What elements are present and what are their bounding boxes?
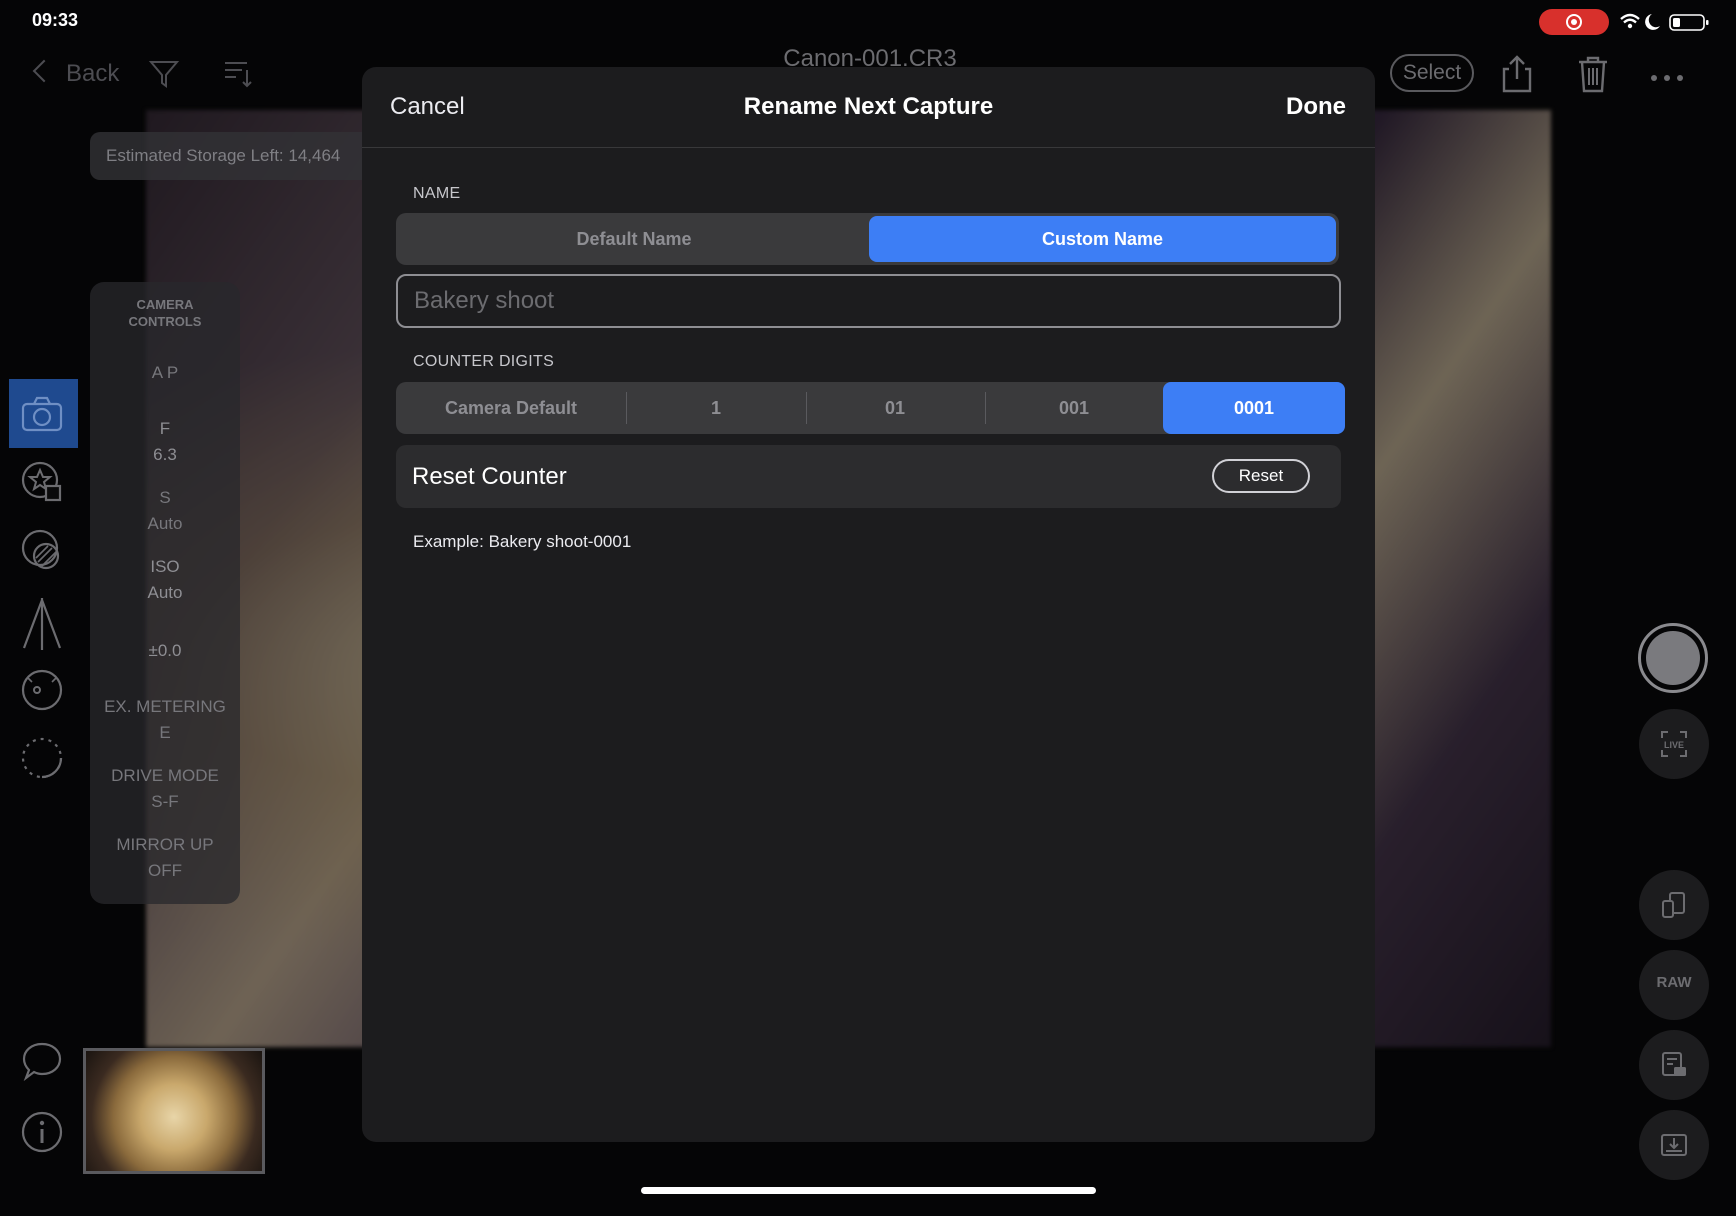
storage-indicator: Estimated Storage Left: 14,464 — [90, 132, 380, 180]
control-mirror-up[interactable]: MIRROR UP OFF — [90, 832, 240, 884]
settings-camera-icon — [1662, 1052, 1686, 1076]
control-iso-value: Auto — [147, 583, 183, 602]
import-button[interactable] — [1639, 1110, 1709, 1180]
example-filename: Example: Bakery shoot-0001 — [413, 532, 632, 551]
exposure-icon[interactable] — [20, 528, 64, 572]
tether-device-button[interactable] — [1639, 870, 1709, 940]
control-metering-label: EX. METERING — [104, 697, 226, 716]
modal-title: Rename Next Capture — [743, 93, 994, 120]
share-icon[interactable] — [1500, 54, 1534, 99]
back-label: Back — [66, 60, 120, 87]
perspective-icon[interactable] — [20, 596, 64, 650]
last-capture-thumbnail[interactable] — [83, 1048, 265, 1174]
control-mirror-up-value: OFF — [148, 861, 182, 880]
custom-name-input[interactable] — [396, 274, 1341, 328]
control-shutter-value: Auto — [147, 514, 183, 533]
counter-digits-segmented-control: Camera Default 1 01 001 0001 — [396, 382, 1345, 434]
segment-digits-01[interactable]: 01 — [806, 385, 984, 431]
chevron-left-icon — [32, 59, 56, 83]
camera-controls-panel: CAMERA CONTROLS A P F 6.3 S Auto ISO Auto ±… — [90, 282, 240, 904]
live-icon: LIVE — [1661, 731, 1687, 757]
device-icon — [1662, 892, 1685, 918]
record-icon — [1566, 14, 1582, 30]
reset-counter-row: Reset Counter Reset — [396, 445, 1341, 508]
control-exposure-comp[interactable]: ±0.0 — [90, 638, 240, 664]
focus-icon[interactable] — [20, 668, 64, 712]
control-drive-mode-value: S-F — [151, 792, 179, 811]
counter-digits-section-label: COUNTER DIGITS — [413, 353, 555, 370]
home-indicator — [641, 1187, 1096, 1194]
segment-custom-name[interactable]: Custom Name — [869, 216, 1336, 262]
control-mode-label: A P — [151, 363, 179, 382]
camera-icon[interactable] — [20, 392, 64, 436]
info-icon[interactable] — [20, 1110, 64, 1154]
control-aperture-value: 6.3 — [153, 445, 177, 464]
reset-button[interactable]: Reset — [1212, 459, 1310, 493]
back-button[interactable]: Back — [32, 59, 120, 88]
raw-label: RAW — [1656, 974, 1692, 991]
control-drive-mode-label: DRIVE MODE — [111, 766, 219, 785]
trash-icon[interactable] — [1576, 54, 1610, 99]
segment-digits-001[interactable]: 001 — [985, 385, 1163, 431]
control-drive-mode[interactable]: DRIVE MODE S-F — [90, 763, 240, 815]
svg-text:LIVE: LIVE — [1664, 740, 1684, 750]
control-metering-value: E — [159, 723, 171, 742]
control-mirror-up-label: MIRROR UP — [116, 835, 214, 854]
control-aperture[interactable]: F 6.3 — [90, 416, 240, 468]
download-icon — [1661, 1134, 1687, 1156]
status-icons — [1618, 10, 1718, 34]
camera-controls-heading: CAMERA CONTROLS — [128, 297, 202, 329]
screen-recording-indicator[interactable] — [1539, 9, 1609, 35]
control-exposure-comp-label: ±0.0 — [148, 641, 182, 660]
modal-header: Cancel Rename Next Capture Done — [362, 67, 1375, 148]
select-button[interactable]: Select — [1390, 54, 1474, 92]
rename-next-capture-modal: Cancel Rename Next Capture Done NAME Def… — [362, 67, 1375, 1142]
done-button[interactable]: Done — [1286, 93, 1346, 121]
more-icon[interactable] — [1650, 70, 1684, 88]
raw-button[interactable]: RAW — [1639, 950, 1709, 1020]
segment-camera-default[interactable]: Camera Default — [399, 385, 623, 431]
control-shutter[interactable]: S Auto — [90, 485, 240, 537]
shutter-button[interactable] — [1638, 623, 1708, 693]
wifi-icon — [1620, 13, 1709, 31]
timer-icon[interactable] — [20, 736, 64, 780]
live-view-button[interactable]: LIVE — [1639, 709, 1709, 779]
control-metering[interactable]: EX. METERING E — [90, 694, 240, 746]
reset-counter-label: Reset Counter — [412, 463, 567, 490]
control-aperture-label: F — [159, 419, 171, 438]
camera-settings-button[interactable] — [1639, 1030, 1709, 1100]
name-section-label: NAME — [413, 185, 461, 202]
favorite-shots-icon[interactable] — [20, 460, 64, 504]
segment-digits-0001[interactable]: 0001 — [1163, 382, 1345, 434]
segment-default-name[interactable]: Default Name — [399, 216, 869, 262]
filter-icon[interactable] — [148, 58, 180, 95]
status-time: 09:33 — [32, 10, 79, 30]
control-iso[interactable]: ISO Auto — [90, 554, 240, 606]
name-segmented-control: Default Name Custom Name — [396, 213, 1339, 265]
control-mode[interactable]: A P — [90, 360, 240, 386]
control-iso-label: ISO — [150, 557, 180, 576]
comment-icon[interactable] — [20, 1040, 64, 1084]
segment-digits-1[interactable]: 1 — [627, 385, 805, 431]
control-shutter-label: S — [159, 488, 171, 507]
sort-icon[interactable] — [222, 58, 254, 95]
